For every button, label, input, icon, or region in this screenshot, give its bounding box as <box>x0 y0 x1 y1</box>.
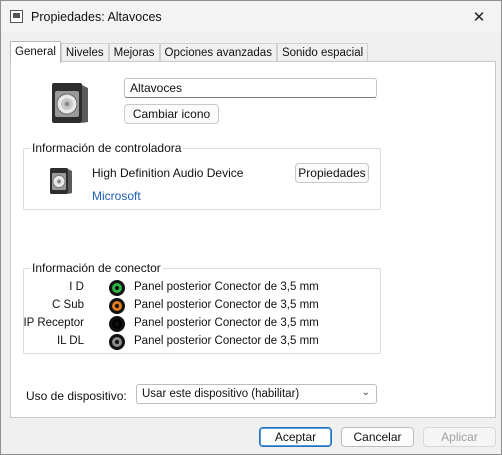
connector-label: IL DL <box>56 335 84 347</box>
cancel-button[interactable]: Cancelar <box>341 427 414 447</box>
tab-mejoras[interactable]: Mejoras <box>108 43 160 62</box>
close-button[interactable]: ✕ <box>457 1 501 33</box>
connector-label: C Sub <box>52 299 84 311</box>
controller-properties-button[interactable]: Propiedades <box>295 163 369 183</box>
jack-gray-icon <box>109 334 125 350</box>
connector-description: Panel posterior Conector de 3,5 mm <box>134 299 319 311</box>
speaker-small-icon <box>50 168 72 194</box>
device-usage-select[interactable]: Usar este dispositivo (habilitar) ⌄ <box>136 384 377 404</box>
connector-row: IL DL Panel posterior Conector de 3,5 mm <box>24 334 384 351</box>
connector-label: I D <box>69 281 84 293</box>
jack-green-icon <box>109 280 125 296</box>
device-usage-value: Usar este dispositivo (habilitar) <box>142 388 300 400</box>
apply-button[interactable]: Aplicar <box>423 427 496 447</box>
device-usage-label: Uso de dispositivo: <box>26 389 127 403</box>
tab-opciones-avanzadas[interactable]: Opciones avanzadas <box>159 43 277 62</box>
connector-row: IP Receptor Panel posterior Conector de … <box>23 316 384 333</box>
connector-label: IP Receptor <box>23 317 84 329</box>
jack-orange-icon <box>109 298 125 314</box>
tab-general[interactable]: General <box>10 41 61 63</box>
window-title: Propiedades: Altavoces <box>31 10 162 24</box>
close-icon: ✕ <box>472 9 486 26</box>
tab-sonido-espacial[interactable]: Sonido espacial <box>276 43 369 62</box>
device-name-input[interactable] <box>124 78 377 98</box>
properties-dialog: Propiedades: Altavoces ✕ General Niveles… <box>0 0 502 455</box>
controller-info-group: Información de controladora High Definit… <box>23 141 381 210</box>
speaker-window-icon <box>10 10 23 23</box>
accept-button[interactable]: Aceptar <box>259 427 332 447</box>
controller-info-title: Información de controladora <box>30 141 184 155</box>
title-bar[interactable]: Propiedades: Altavoces ✕ <box>1 1 501 33</box>
connector-row: I D Panel posterior Conector de 3,5 mm <box>24 280 384 297</box>
tab-niveles[interactable]: Niveles <box>60 43 109 62</box>
speaker-icon <box>52 83 88 123</box>
chevron-down-icon: ⌄ <box>361 387 370 398</box>
controller-device-name: High Definition Audio Device <box>92 166 244 180</box>
connector-info-title: Información de conector <box>30 261 163 275</box>
jack-black-icon <box>109 316 125 332</box>
manufacturer-link[interactable]: Microsoft <box>92 189 141 203</box>
connector-row: C Sub Panel posterior Conector de 3,5 mm <box>24 298 384 315</box>
tab-bar: General Niveles Mejoras Opciones avanzad… <box>10 41 369 63</box>
general-tab-panel: Cambiar icono Información de controlador… <box>10 61 496 418</box>
connector-description: Panel posterior Conector de 3,5 mm <box>134 335 319 347</box>
connector-description: Panel posterior Conector de 3,5 mm <box>134 317 319 329</box>
connector-description: Panel posterior Conector de 3,5 mm <box>134 281 319 293</box>
connector-info-group: Información de conector I D Panel poster… <box>23 261 384 354</box>
change-icon-button[interactable]: Cambiar icono <box>124 104 219 124</box>
